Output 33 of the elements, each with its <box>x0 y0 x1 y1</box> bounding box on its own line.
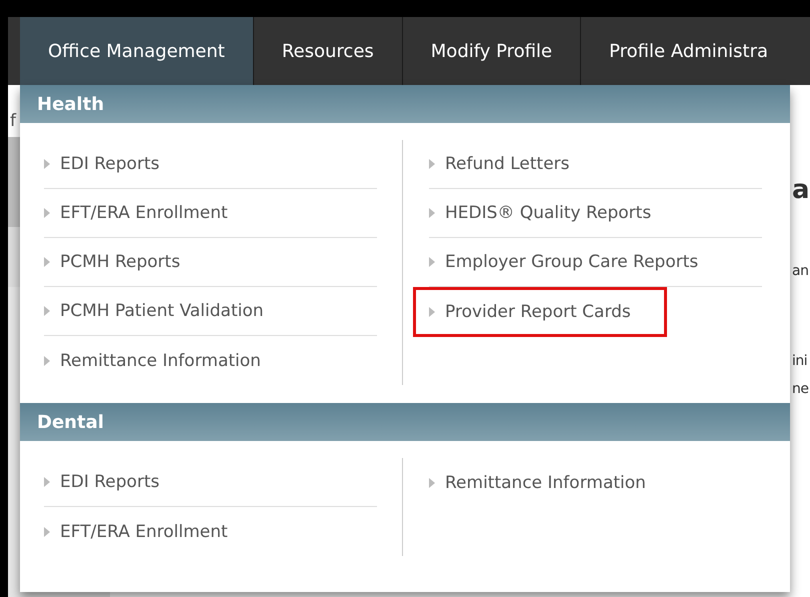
menu-item[interactable]: PCMH Patient Validation <box>44 287 377 336</box>
arrow-icon <box>44 477 50 487</box>
menu-item[interactable]: Provider Report Cards <box>413 287 667 337</box>
menu-item[interactable]: Remittance Information <box>429 458 762 507</box>
menu-item[interactable]: Remittance Information <box>44 336 377 385</box>
arrow-icon <box>44 208 50 218</box>
text-fragment: ini <box>792 353 808 369</box>
text-fragment: a <box>792 175 810 205</box>
arrow-icon <box>44 526 50 536</box>
arrow-icon <box>44 356 50 366</box>
menu-item[interactable]: HEDIS® Quality Reports <box>429 189 762 238</box>
menu-item[interactable]: EDI Reports <box>44 458 377 507</box>
menu-item[interactable]: EDI Reports <box>44 140 377 189</box>
text-fragment: ne <box>792 381 808 397</box>
menu-item[interactable]: EFT/ERA Enrollment <box>44 189 377 238</box>
arrow-icon <box>429 159 435 169</box>
nav-tab[interactable]: Profile Administra <box>581 17 796 85</box>
menu-item[interactable]: PCMH Reports <box>44 238 377 287</box>
arrow-icon <box>429 208 435 218</box>
menu-item[interactable]: Refund Letters <box>429 140 762 189</box>
section-header: Dental <box>20 403 790 441</box>
arrow-icon <box>44 159 50 169</box>
arrow-icon <box>429 257 435 267</box>
arrow-icon <box>429 307 435 317</box>
menu-item[interactable]: EFT/ERA Enrollment <box>44 507 377 556</box>
section-header: Health <box>20 85 790 123</box>
arrow-icon <box>44 257 50 267</box>
text-fragment: an <box>792 263 808 279</box>
nav-tab[interactable]: Office Management <box>20 17 254 85</box>
arrow-icon <box>44 306 50 316</box>
text-fragment: f <box>10 111 16 131</box>
arrow-icon <box>429 478 435 488</box>
menu-item[interactable]: Employer Group Care Reports <box>429 238 762 287</box>
